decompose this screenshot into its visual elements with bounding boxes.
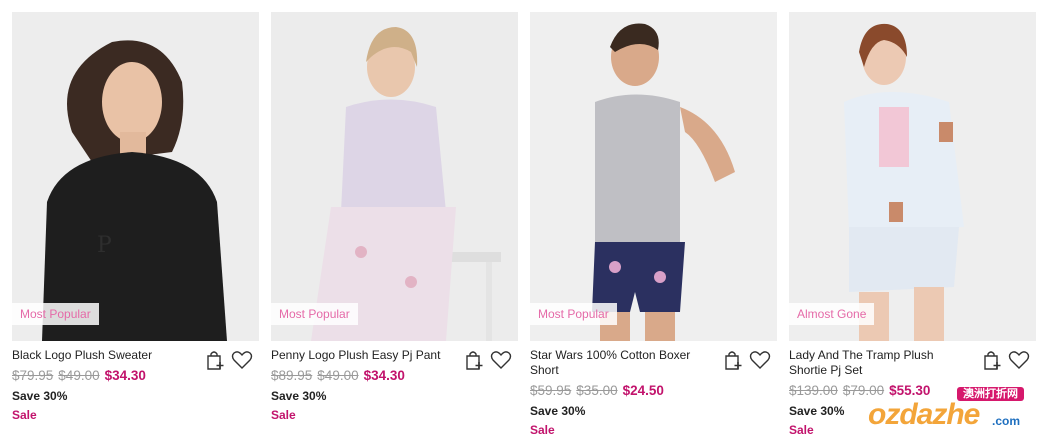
product-card[interactable]: Most Popular Star Wars 100% Cotton Boxer… xyxy=(530,12,777,438)
previous-price: $49.00 xyxy=(317,368,359,383)
sale-label: Sale xyxy=(530,423,555,437)
heart-icon[interactable] xyxy=(1008,350,1030,370)
product-image[interactable]: Most Popular xyxy=(271,12,518,341)
shopping-bag-add-icon[interactable] xyxy=(205,349,225,371)
watermark-suffix: .com xyxy=(991,414,1020,428)
product-badge: Most Popular xyxy=(530,303,617,325)
sale-price: $34.30 xyxy=(104,368,146,383)
save-label: Save 30% xyxy=(271,389,327,403)
save-label: Save 30% xyxy=(530,404,586,418)
heart-icon[interactable] xyxy=(749,350,771,370)
product-badge: Most Popular xyxy=(271,303,358,325)
sale-price: $34.30 xyxy=(363,368,405,383)
product-card[interactable]: Almost Gone Lady And The Tramp Plush Sho… xyxy=(789,12,1036,438)
watermark-logo-text: ozdazhe xyxy=(868,398,980,431)
product-card[interactable]: Most Popular Penny Logo Plush Easy Pj Pa… xyxy=(271,12,518,438)
shopping-bag-add-icon[interactable] xyxy=(982,349,1002,371)
shopping-bag-add-icon[interactable] xyxy=(464,349,484,371)
heart-icon[interactable] xyxy=(490,350,512,370)
original-price: $79.95 xyxy=(12,368,54,383)
product-name[interactable]: Lady And The Tramp Plush Shortie Pj Set xyxy=(789,348,964,378)
svg-text:P: P xyxy=(97,233,112,258)
save-label: Save 30% xyxy=(12,389,68,403)
shopping-bag-add-icon[interactable] xyxy=(723,349,743,371)
sale-label: Sale xyxy=(12,408,37,422)
product-badge: Most Popular xyxy=(12,303,99,325)
original-price: $139.00 xyxy=(789,383,838,398)
original-price: $89.95 xyxy=(271,368,313,383)
product-name[interactable]: Star Wars 100% Cotton Boxer Short xyxy=(530,348,705,378)
original-price: $59.95 xyxy=(530,383,572,398)
product-grid: P Most Popular Black Logo Plush Sweater … xyxy=(12,12,1036,438)
product-name[interactable]: Penny Logo Plush Easy Pj Pant xyxy=(271,348,446,363)
price-row: $59.95 $35.00 $24.50 xyxy=(530,382,777,400)
product-card[interactable]: P Most Popular Black Logo Plush Sweater … xyxy=(12,12,259,438)
site-watermark: 澳洲打折网 ozdazhe .com xyxy=(868,384,1040,436)
product-name[interactable]: Black Logo Plush Sweater xyxy=(12,348,187,363)
sale-label: Sale xyxy=(271,408,296,422)
previous-price: $35.00 xyxy=(576,383,618,398)
product-badge: Almost Gone xyxy=(789,303,875,325)
heart-icon[interactable] xyxy=(231,350,253,370)
previous-price: $49.00 xyxy=(58,368,100,383)
product-image[interactable]: P Most Popular xyxy=(12,12,259,341)
product-image[interactable]: Almost Gone xyxy=(789,12,1036,341)
sale-price: $24.50 xyxy=(622,383,664,398)
product-image[interactable]: Most Popular xyxy=(530,12,777,341)
